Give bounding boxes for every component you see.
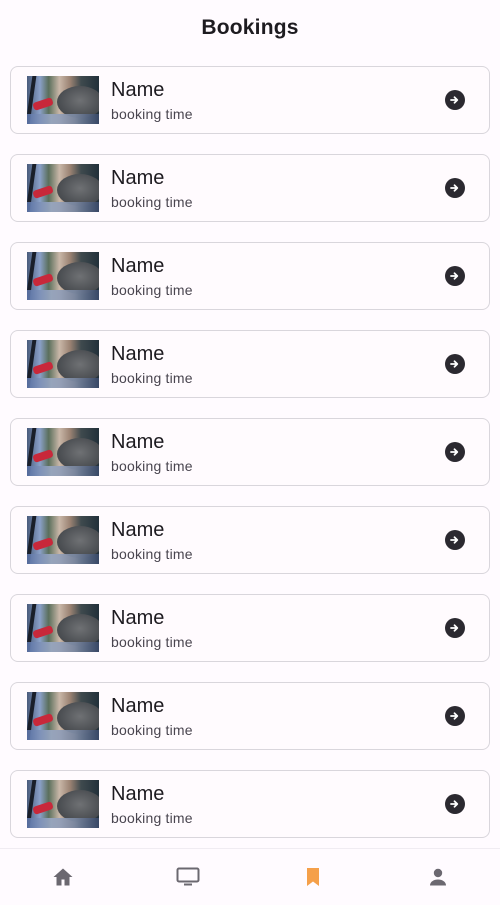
booking-name: Name — [111, 694, 165, 717]
arrow-circle-right-icon[interactable] — [445, 794, 465, 814]
booking-time: booking time — [111, 545, 193, 562]
bookmark-icon — [306, 868, 319, 886]
booking-card[interactable]: Name booking time — [10, 506, 490, 574]
person-icon — [429, 868, 446, 886]
booking-name: Name — [111, 430, 165, 453]
booking-time: booking time — [111, 369, 193, 386]
nav-item-profile[interactable] — [375, 849, 500, 905]
booking-card[interactable]: Name booking time — [10, 682, 490, 750]
booking-card[interactable]: Name booking time — [10, 594, 490, 662]
booking-thumbnail — [27, 692, 99, 740]
booking-name: Name — [111, 166, 165, 189]
booking-time: booking time — [111, 105, 193, 122]
booking-card[interactable]: Name booking time — [10, 66, 490, 134]
bookings-list: Name booking time Name booking time Name… — [10, 66, 490, 858]
booking-name: Name — [111, 518, 165, 541]
booking-card[interactable]: Name booking time — [10, 770, 490, 838]
arrow-circle-right-icon[interactable] — [445, 618, 465, 638]
booking-card[interactable]: Name booking time — [10, 154, 490, 222]
booking-name: Name — [111, 782, 165, 805]
booking-time: booking time — [111, 457, 193, 474]
monitor-icon — [176, 867, 199, 886]
booking-thumbnail — [27, 76, 99, 124]
booking-thumbnail — [27, 516, 99, 564]
booking-time: booking time — [111, 193, 193, 210]
booking-time: booking time — [111, 633, 193, 650]
nav-item-bookings[interactable] — [250, 849, 375, 905]
app-bar: Bookings — [0, 0, 500, 56]
booking-thumbnail — [27, 428, 99, 476]
page-title: Bookings — [201, 16, 299, 39]
booking-time: booking time — [111, 281, 193, 298]
bottom-navigation — [0, 848, 500, 905]
booking-name: Name — [111, 606, 165, 629]
nav-item-monitor[interactable] — [125, 849, 250, 905]
booking-time: booking time — [111, 721, 193, 738]
booking-name: Name — [111, 342, 165, 365]
booking-thumbnail — [27, 604, 99, 652]
arrow-circle-right-icon[interactable] — [445, 354, 465, 374]
bookings-screen: Bookings Name booking time Name booking … — [0, 0, 500, 905]
booking-thumbnail — [27, 252, 99, 300]
booking-name: Name — [111, 78, 165, 101]
booking-thumbnail — [27, 340, 99, 388]
home-icon — [53, 868, 72, 886]
arrow-circle-right-icon[interactable] — [445, 90, 465, 110]
booking-thumbnail — [27, 780, 99, 828]
arrow-circle-right-icon[interactable] — [445, 442, 465, 462]
arrow-circle-right-icon[interactable] — [445, 530, 465, 550]
arrow-circle-right-icon[interactable] — [445, 706, 465, 726]
booking-thumbnail — [27, 164, 99, 212]
booking-time: booking time — [111, 809, 193, 826]
booking-card[interactable]: Name booking time — [10, 242, 490, 310]
booking-name: Name — [111, 254, 165, 277]
booking-card[interactable]: Name booking time — [10, 418, 490, 486]
arrow-circle-right-icon[interactable] — [445, 266, 465, 286]
arrow-circle-right-icon[interactable] — [445, 178, 465, 198]
nav-item-home[interactable] — [0, 849, 125, 905]
booking-card[interactable]: Name booking time — [10, 330, 490, 398]
